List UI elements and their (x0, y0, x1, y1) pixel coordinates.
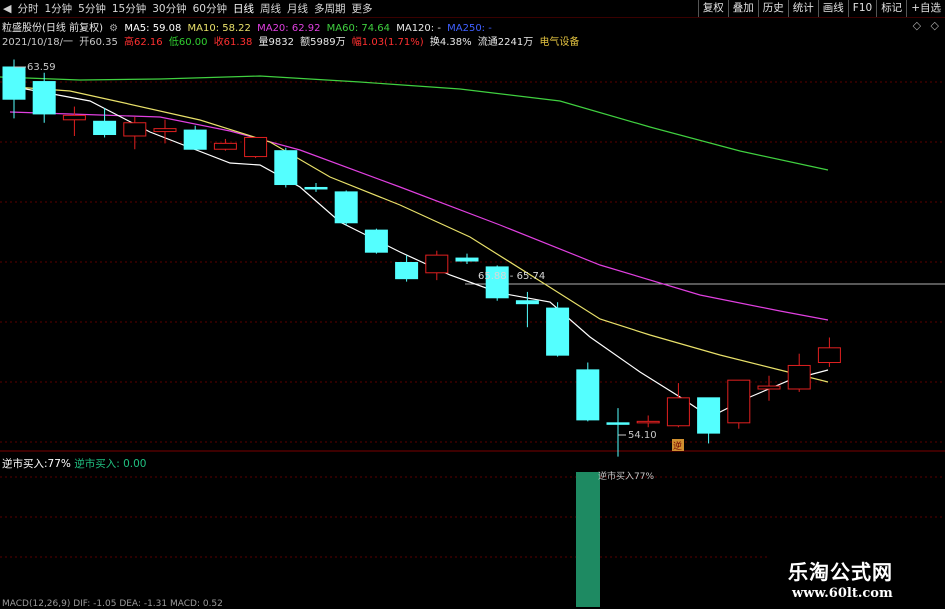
candle-body (304, 186, 328, 190)
candle-body (123, 122, 147, 137)
candle-body (32, 81, 56, 115)
period-tab[interactable]: 分时 (14, 1, 41, 17)
period-tab[interactable]: 5分钟 (75, 1, 109, 17)
ma-info-row: 粒盛股份(日线 前复权) ⚙ MA5: 59.08 MA10: 58.22 MA… (2, 19, 495, 34)
diamond-icon[interactable]: ◇ (913, 19, 921, 32)
diamond-icon[interactable]: ◇ (931, 19, 939, 32)
high-price-label: 63.59 (27, 62, 56, 73)
candle-body (2, 66, 26, 100)
candle-body (425, 254, 449, 274)
candle-body (727, 379, 751, 424)
candle-body (62, 114, 86, 121)
quote-info-row: 2021/10/18/一 开60.35 高62.16 低60.00 收61.38… (2, 33, 582, 48)
watermark-title: 乐淘公式网 (788, 560, 893, 584)
candle-body (93, 120, 117, 136)
toolbar-button[interactable]: 叠加 (727, 0, 758, 17)
candle-body (636, 420, 660, 424)
period-tab[interactable]: 60分钟 (190, 1, 230, 17)
watermark-url: www.60lt.com (792, 586, 893, 601)
period-tab[interactable]: 15分钟 (109, 1, 149, 17)
period-tab[interactable]: 日线 (230, 1, 257, 17)
candle-body (183, 129, 207, 150)
toolbar-button[interactable]: 复权 (697, 0, 728, 17)
bar-label: 逆市买入77% (598, 470, 654, 482)
candle-body (395, 261, 419, 280)
toolbar-button[interactable]: +自选 (906, 0, 945, 17)
indicator-name: 逆市买入:77% (2, 458, 71, 470)
period-toolbar: ◀ 分时 1分钟 5分钟 15分钟 30分钟 60分钟 日线 周线 月线 多周期 更多 复权 叠加 历史… (0, 0, 945, 18)
period-tab[interactable]: 30分钟 (149, 1, 189, 17)
low-price-label: 54.10 (628, 430, 657, 441)
candle-body (244, 136, 268, 158)
period-tab[interactable]: 更多 (348, 1, 375, 17)
indicator-bar (576, 472, 600, 607)
signal-text: 逆 (673, 440, 682, 452)
period-tab[interactable]: 月线 (284, 1, 311, 17)
candle-body (576, 369, 600, 421)
period-tab[interactable]: 1分钟 (41, 1, 75, 17)
candle-body (274, 150, 298, 186)
toolbar-button[interactable]: 画线 (817, 0, 848, 17)
candlestick-chart[interactable]: 63.59 54.10 65.88 - 65.74 逆逆市买入77% (0, 47, 945, 609)
candle-body (153, 128, 177, 133)
period-tab[interactable]: 多周期 (311, 1, 349, 17)
candle-body (787, 364, 811, 390)
macd-label: MACD(12,26,9) DIF: -1.05 DEA: -1.31 MACD… (2, 599, 223, 609)
toolbar-button[interactable]: 标记 (876, 0, 906, 17)
toolbar-button[interactable]: F10 (847, 0, 876, 17)
candle-body (515, 300, 539, 305)
candle-body (455, 257, 479, 262)
candle-body (213, 142, 237, 150)
candle-body (757, 385, 781, 390)
toolbar-button[interactable]: 历史 (757, 0, 788, 17)
back-icon[interactable]: ◀ (0, 2, 14, 15)
period-tabs: 分时 1分钟 5分钟 15分钟 30分钟 60分钟 日线 周线 月线 多周期 更多 (14, 1, 375, 17)
candle-body (817, 347, 841, 364)
ma20-line (9, 111, 829, 321)
candle-body (697, 397, 721, 434)
toolbar-button[interactable]: 统计 (787, 0, 818, 17)
indicator-value: 逆市买入: 0.00 (74, 458, 147, 470)
period-tab[interactable]: 周线 (257, 1, 284, 17)
candle-body (666, 397, 690, 427)
right-toolbar: 复权 叠加 历史 统计 画线 F10 标记 +自选 (697, 0, 945, 17)
candle-body (364, 229, 388, 253)
candle-body (546, 307, 570, 356)
candle-body (606, 422, 630, 425)
range-label: 65.88 - 65.74 (478, 271, 545, 282)
panel-controls: ◇ ◇ (907, 19, 939, 32)
candle-body (334, 191, 358, 224)
indicator-label: 逆市买入:77% 逆市买入: 0.00 (2, 456, 147, 471)
watermark: 乐淘公式网 www.60lt.com (770, 552, 945, 609)
ma5-line (14, 86, 829, 418)
